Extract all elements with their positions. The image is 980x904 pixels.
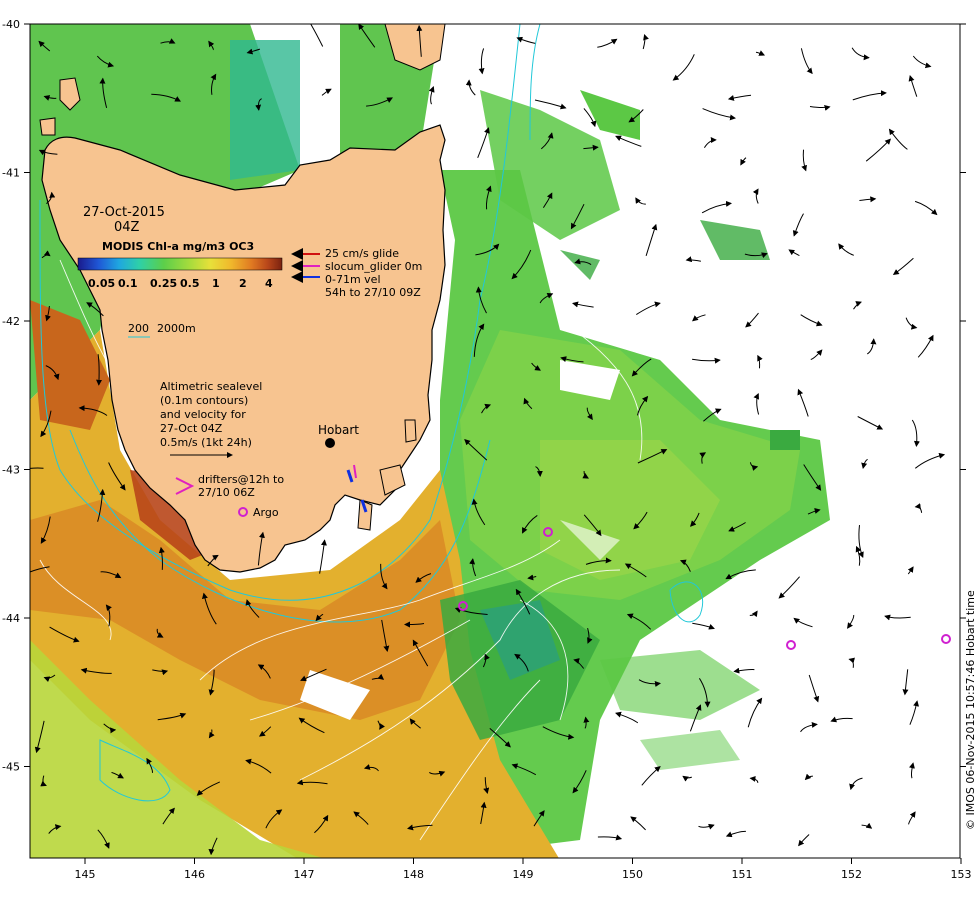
depth-legend: 200 2000m [128, 322, 196, 338]
depth-legend-200: 200 [128, 322, 149, 335]
hunter-island [39, 117, 56, 136]
legend-glide: 25 cm/s glide [325, 247, 399, 260]
y-tick-label: -45 [2, 761, 20, 774]
x-tick-label: 145 [75, 868, 96, 881]
ocean-map: Hobart 27-Oct-2015 04Z MODIS Chl-a mg/m3… [2, 18, 977, 881]
colorbar-tick: 4 [265, 277, 273, 290]
colorbar-tick: 0.05 [88, 277, 115, 290]
argo-legend-label: Argo [253, 506, 279, 519]
legend-time: 54h to 27/10 09Z [325, 286, 421, 299]
x-tick-label: 151 [732, 868, 753, 881]
x-tick-label: 149 [513, 868, 534, 881]
x-tick-label: 152 [841, 868, 862, 881]
legend-glider: slocum_glider 0m [325, 260, 422, 273]
hobart-label: Hobart [318, 423, 359, 437]
x-tick-label: 150 [622, 868, 643, 881]
sealevel-line3: and velocity for [160, 408, 246, 421]
colorbar-tick: 1 [212, 277, 220, 290]
credit-text: © IMOS 06-Nov-2015 10:57:46 Hobart time [964, 590, 977, 830]
legend-vel: 0-71m vel [325, 273, 381, 286]
colorbar-tick: 0.1 [118, 277, 138, 290]
maria-island [404, 419, 417, 443]
sealevel-line5: 0.5m/s (1kt 24h) [160, 436, 252, 449]
x-tick-label: 147 [294, 868, 315, 881]
sealevel-line2: (0.1m contours) [160, 394, 248, 407]
plot-area: Hobart 27-Oct-2015 04Z MODIS Chl-a mg/m3… [30, 24, 960, 858]
drifters-line2: 27/10 06Z [198, 486, 255, 499]
colorbar-title: MODIS Chl-a mg/m3 OC3 [102, 240, 254, 253]
map-time: 04Z [114, 220, 140, 235]
x-tick-label: 148 [403, 868, 424, 881]
sealevel-line1: Altimetric sealevel [160, 380, 262, 393]
drifters-line1: drifters@12h to [198, 473, 284, 486]
colorbar-tick: 0.25 [150, 277, 177, 290]
colorbar-tick: 2 [239, 277, 247, 290]
sealevel-line4: 27-Oct 04Z [160, 422, 223, 435]
y-tick-label: -40 [2, 18, 20, 31]
y-tick-label: -43 [2, 464, 20, 477]
depth-legend-2000: 2000m [157, 322, 196, 335]
colorbar-tick: 0.5 [180, 277, 200, 290]
hobart-marker [325, 438, 335, 448]
x-tick-label: 153 [951, 868, 972, 881]
y-tick-label: -41 [2, 167, 20, 180]
x-tick-label: 146 [184, 868, 205, 881]
map-date: 27-Oct-2015 [83, 205, 165, 220]
y-tick-label: -42 [2, 315, 20, 328]
y-tick-label: -44 [2, 612, 20, 625]
